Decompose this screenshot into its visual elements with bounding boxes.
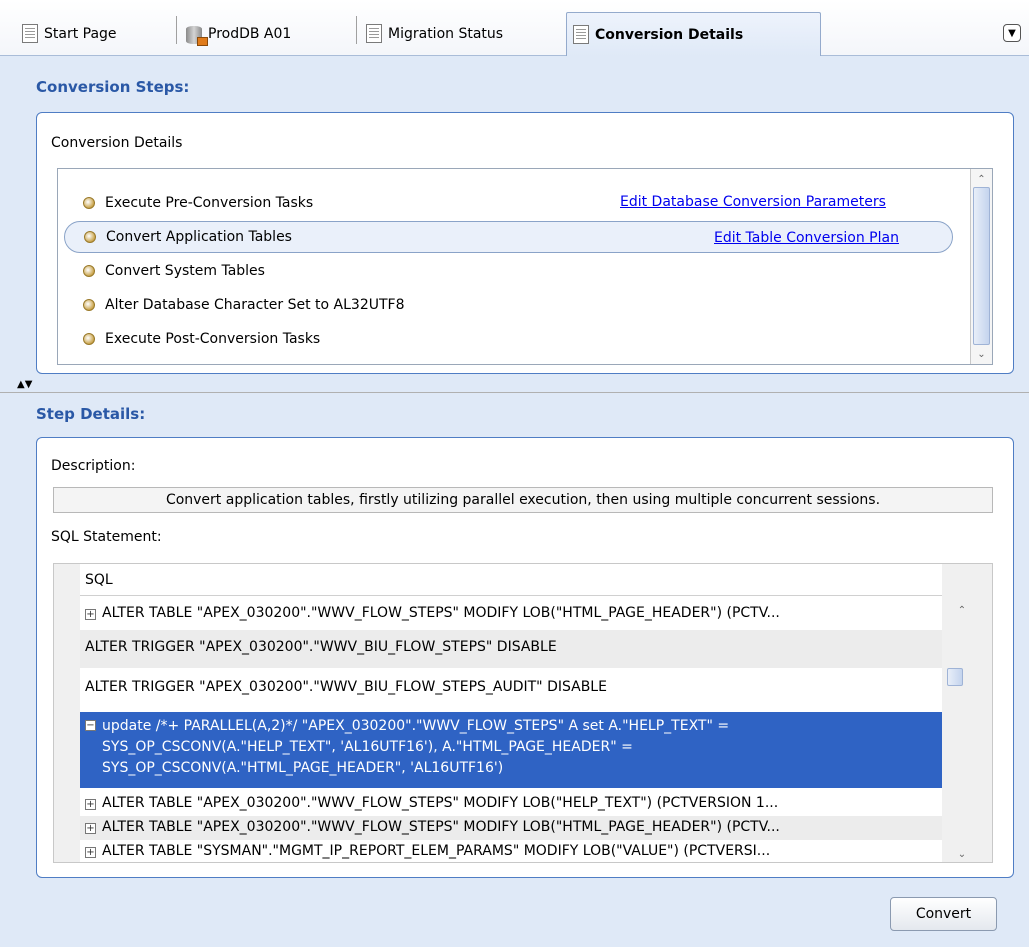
document-icon xyxy=(22,24,40,44)
grid-gutter xyxy=(54,564,80,862)
tab-separator xyxy=(356,16,357,44)
sql-column-header[interactable]: SQL xyxy=(80,564,942,596)
scroll-thumb[interactable] xyxy=(947,668,963,686)
expand-icon[interactable]: + xyxy=(85,847,96,858)
step-status-icon xyxy=(84,231,96,243)
collapse-icon[interactable]: − xyxy=(85,720,96,731)
step-status-icon xyxy=(83,333,95,345)
sql-grid-scrollbar[interactable]: ⌃ ⌄ xyxy=(942,564,992,862)
step-label: Convert Application Tables xyxy=(106,229,292,245)
sql-text: ALTER TRIGGER "APEX_030200"."WWV_BIU_FLO… xyxy=(85,639,557,655)
edit-table-conversion-plan-link[interactable]: Edit Table Conversion Plan xyxy=(714,230,899,246)
sql-text: ALTER TABLE "APEX_030200"."WWV_FLOW_STEP… xyxy=(102,605,780,621)
document-icon xyxy=(366,24,384,44)
step-label: Execute Post-Conversion Tasks xyxy=(105,331,321,347)
tab-start-page[interactable]: Start Page xyxy=(22,12,117,56)
tab-separator xyxy=(176,16,177,44)
scroll-down-icon[interactable]: ⌄ xyxy=(954,846,970,862)
tab-label: Conversion Details xyxy=(595,26,744,43)
sql-grid: SQL + ALTER TABLE "APEX_030200"."WWV_FLO… xyxy=(53,563,993,863)
conversion-details-label: Conversion Details xyxy=(51,135,183,151)
scroll-up-icon[interactable]: ⌃ xyxy=(971,171,992,187)
steps-scrollbar[interactable]: ⌃ ⌄ xyxy=(970,169,992,364)
sql-header-label: SQL xyxy=(85,571,113,588)
chevron-down-icon: ▼ xyxy=(1008,27,1016,39)
step-label: Convert System Tables xyxy=(105,263,265,279)
tab-label: Migration Status xyxy=(388,26,504,42)
sql-text: ALTER TABLE "APEX_030200"."WWV_FLOW_STEP… xyxy=(102,819,780,835)
panel-splitter[interactable]: ▲▼ xyxy=(0,379,1029,393)
step-label: Execute Pre-Conversion Tasks xyxy=(105,195,314,211)
expand-icon[interactable]: + xyxy=(85,609,96,620)
step-status-icon xyxy=(83,265,95,277)
table-row[interactable]: + ALTER TABLE "SYSMAN"."MGMT_IP_REPORT_E… xyxy=(80,840,942,862)
scroll-thumb[interactable] xyxy=(973,187,990,345)
tab-strip: Start Page ProdDB A01 Migration Status C… xyxy=(0,0,1029,56)
step-alter-character-set[interactable]: Alter Database Character Set to AL32UTF8 xyxy=(58,289,953,321)
description-label: Description: xyxy=(51,458,136,474)
description-text: Convert application tables, firstly util… xyxy=(165,492,881,508)
tab-label: Start Page xyxy=(44,26,117,42)
sql-text: update /*+ PARALLEL(A,2)*/ "APEX_030200"… xyxy=(102,718,730,776)
table-row[interactable]: + ALTER TABLE "APEX_030200"."WWV_FLOW_ST… xyxy=(80,792,942,816)
conversion-steps-list: Execute Pre-Conversion Tasks Edit Databa… xyxy=(57,168,993,365)
scroll-up-icon[interactable]: ⌃ xyxy=(954,602,970,618)
step-label: Alter Database Character Set to AL32UTF8 xyxy=(105,297,405,313)
document-icon xyxy=(573,24,591,45)
conversion-steps-title: Conversion Steps: xyxy=(36,78,190,96)
expand-icon[interactable]: + xyxy=(85,823,96,834)
table-row[interactable]: ALTER TRIGGER "APEX_030200"."WWV_BIU_FLO… xyxy=(80,668,942,708)
table-row[interactable]: + ALTER TABLE "APEX_030200"."WWV_FLOW_ST… xyxy=(80,816,942,840)
tab-proddb[interactable]: ProdDB A01 xyxy=(186,12,291,56)
tab-migration-status[interactable]: Migration Status xyxy=(366,12,503,56)
step-convert-system-tables[interactable]: Convert System Tables xyxy=(58,255,953,287)
edit-database-conversion-parameters-link[interactable]: Edit Database Conversion Parameters xyxy=(620,194,886,210)
expand-icon[interactable]: + xyxy=(85,799,96,810)
step-status-icon xyxy=(83,197,95,209)
step-details-title: Step Details: xyxy=(36,405,146,423)
tab-label: ProdDB A01 xyxy=(208,26,292,42)
convert-button[interactable]: Convert xyxy=(890,897,997,931)
description-value: Convert application tables, firstly util… xyxy=(53,487,993,513)
step-post-conversion[interactable]: Execute Post-Conversion Tasks xyxy=(58,323,953,355)
table-row[interactable]: + ALTER TABLE "APEX_030200"."WWV_FLOW_ST… xyxy=(80,598,942,630)
tab-conversion-details[interactable]: Conversion Details xyxy=(566,12,821,56)
scroll-down-icon[interactable]: ⌄ xyxy=(971,346,992,362)
step-status-icon xyxy=(83,299,95,311)
sql-text: ALTER TABLE "SYSMAN"."MGMT_IP_REPORT_ELE… xyxy=(102,843,771,859)
splitter-arrows-icon[interactable]: ▲▼ xyxy=(17,379,32,390)
table-row[interactable]: ALTER TRIGGER "APEX_030200"."WWV_BIU_FLO… xyxy=(80,630,942,668)
database-icon xyxy=(186,24,208,46)
sql-statement-label: SQL Statement: xyxy=(51,529,162,545)
sql-text: ALTER TABLE "APEX_030200"."WWV_FLOW_STEP… xyxy=(102,795,779,811)
sql-text: ALTER TRIGGER "APEX_030200"."WWV_BIU_FLO… xyxy=(85,679,607,695)
tab-list-dropdown-button[interactable]: ▼ xyxy=(1003,24,1021,42)
table-row[interactable]: − update /*+ PARALLEL(A,2)*/ "APEX_03020… xyxy=(80,712,942,788)
